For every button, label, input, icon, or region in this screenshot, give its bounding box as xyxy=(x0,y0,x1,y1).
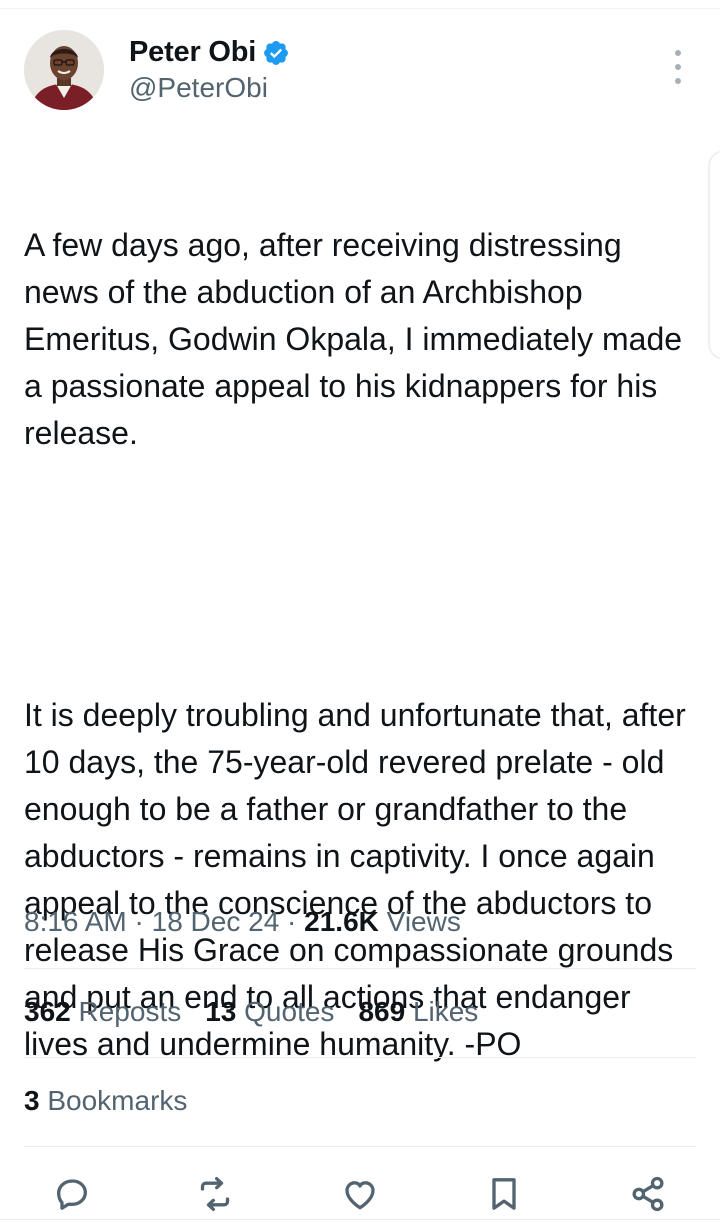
divider xyxy=(24,1057,696,1058)
avatar-portrait-icon xyxy=(24,30,104,110)
action-bar xyxy=(0,1168,720,1218)
quotes-stat[interactable]: 13 Quotes xyxy=(205,996,334,1028)
views-label: Views xyxy=(386,906,461,937)
author-name-row: Peter Obi xyxy=(129,36,290,69)
reposts-count: 362 xyxy=(24,996,71,1027)
bookmarks-label: Bookmarks xyxy=(47,1085,188,1116)
author-handle[interactable]: @PeterObi xyxy=(129,72,268,104)
tweet-paragraph: A few days ago, after receiving distress… xyxy=(24,227,691,451)
tweet-date[interactable]: 18 Dec 24 xyxy=(152,906,280,937)
like-icon[interactable] xyxy=(340,1174,380,1214)
quotes-count: 13 xyxy=(205,996,237,1027)
tweet-time[interactable]: 8:16 AM xyxy=(24,906,127,937)
meta-separator: · xyxy=(287,906,297,937)
likes-count: 869 xyxy=(358,996,406,1027)
engagement-stats: 362 Reposts 13 Quotes 869 Likes xyxy=(24,996,478,1028)
bottom-divider xyxy=(0,1219,720,1220)
likes-stat[interactable]: 869 Likes xyxy=(358,996,478,1028)
reposts-stat[interactable]: 362 Reposts xyxy=(24,996,181,1028)
reposts-label: Reposts xyxy=(78,996,182,1027)
avatar[interactable] xyxy=(24,30,104,110)
divider xyxy=(24,968,696,969)
tweet-header: Peter Obi @PeterObi xyxy=(24,30,696,114)
verified-badge-icon[interactable] xyxy=(262,39,290,67)
divider xyxy=(24,1146,696,1147)
scroll-edge-handle[interactable] xyxy=(708,150,720,360)
bookmarks-count: 3 xyxy=(24,1085,40,1116)
likes-label: Likes xyxy=(412,996,479,1027)
share-icon[interactable] xyxy=(628,1174,668,1214)
tweet-detail: Peter Obi @PeterObi A few days ago, afte… xyxy=(0,0,720,1225)
repost-icon[interactable] xyxy=(195,1174,235,1214)
meta-separator: · xyxy=(134,906,144,937)
bookmark-icon[interactable] xyxy=(484,1174,524,1214)
more-options-icon[interactable] xyxy=(668,50,688,84)
bookmarks-stat[interactable]: 3 Bookmarks xyxy=(24,1085,187,1117)
tweet-meta: 8:16 AM · 18 Dec 24 · 21.6K Views xyxy=(24,906,461,938)
views-count: 21.6K xyxy=(304,906,379,937)
quotes-label: Quotes xyxy=(244,996,335,1027)
author-name[interactable]: Peter Obi xyxy=(129,36,256,69)
reply-icon[interactable] xyxy=(52,1174,92,1214)
